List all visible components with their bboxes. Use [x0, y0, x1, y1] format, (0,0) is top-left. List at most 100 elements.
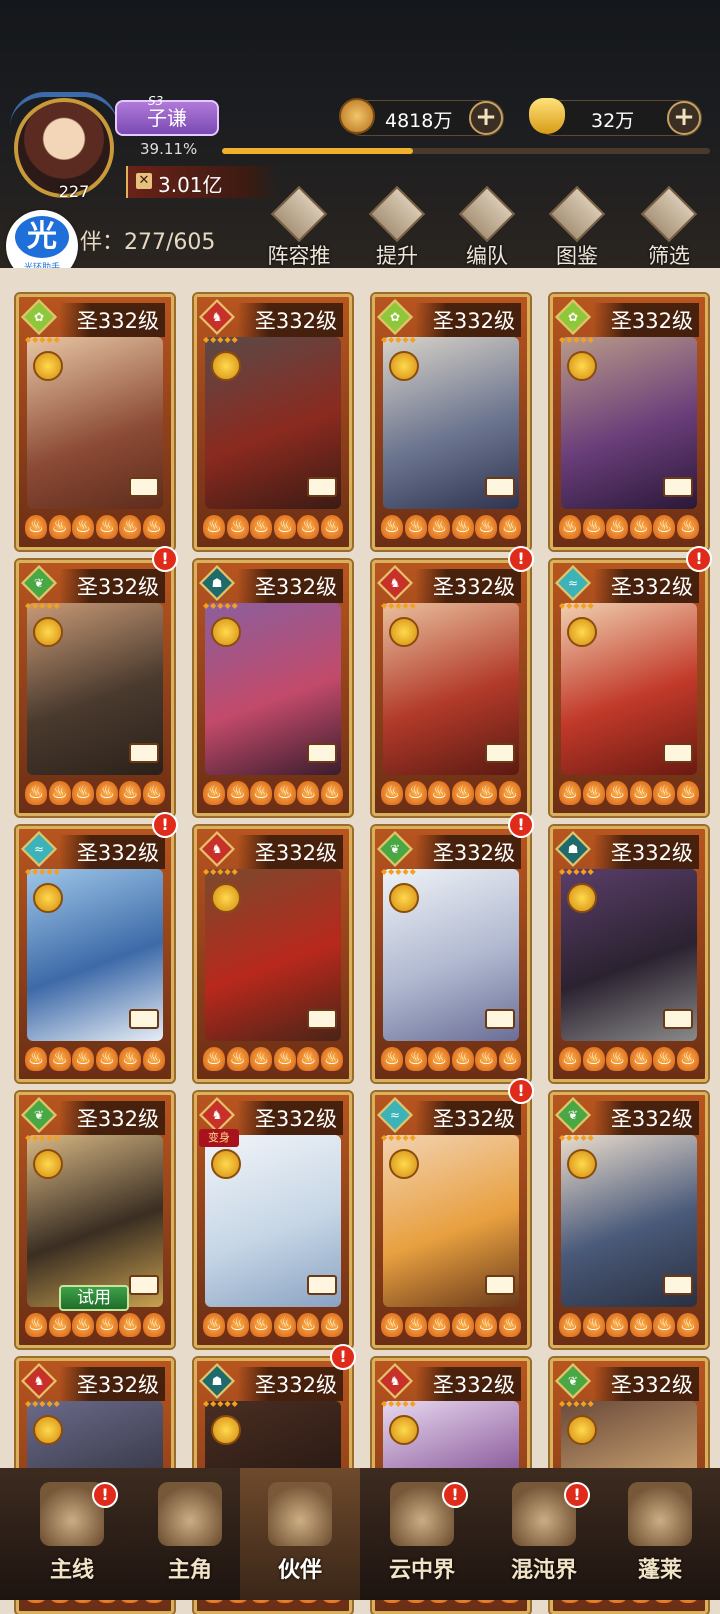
medal-icon — [211, 883, 241, 913]
add-coin-button[interactable]: + — [469, 101, 503, 135]
partner-card[interactable]: ≈ ◆◆◆◆◆ 圣332级 ♨ ♨ ♨ ♨ ♨ ♨ — [372, 1092, 530, 1348]
flame-icon: ♨ — [273, 1313, 296, 1337]
flame-icon: ♨ — [25, 1313, 47, 1337]
flame-icon: ♨ — [297, 781, 320, 805]
nav-item[interactable]: 伙伴 — [240, 1468, 360, 1600]
flame-icon: ♨ — [559, 781, 581, 805]
lineup-icon — [270, 185, 328, 243]
fire-element-icon: ♞ — [376, 564, 414, 602]
flame-icon: ♨ — [381, 1047, 403, 1071]
partner-level: 圣332级 — [58, 1367, 165, 1401]
add-gold-button[interactable]: + — [667, 101, 701, 135]
partner-card[interactable]: ✿ ◆◆◆◆◆ 圣332级 ♨ ♨ ♨ ♨ ♨ ♨ — [550, 294, 708, 550]
flame-icon: ♨ — [119, 515, 142, 539]
exp-bar — [222, 148, 710, 154]
flame-icon: ♨ — [676, 515, 699, 539]
star-rank-icon: ◆◆◆◆◆ — [381, 1399, 417, 1408]
ghost-element-icon: ☗ — [198, 1362, 236, 1400]
medal-icon — [567, 1415, 597, 1445]
flame-icon: ♨ — [273, 781, 296, 805]
partner-card[interactable]: ☗◆◆◆◆◆圣332级♨♨♨♨♨♨ — [194, 560, 352, 816]
medal-icon — [211, 617, 241, 647]
flame-icon: ♨ — [250, 515, 273, 539]
equipment-icon — [485, 1275, 515, 1295]
awaken-flames: ♨♨♨♨♨♨ — [25, 1313, 165, 1339]
partner-card[interactable]: ♞◆◆◆◆◆圣332级♨♨♨♨♨♨变身 — [194, 1092, 352, 1348]
partner-card[interactable]: ♞◆◆◆◆◆圣332级♨♨♨♨♨♨ — [372, 560, 530, 816]
flame-icon: ♨ — [606, 1047, 629, 1071]
partner-card[interactable]: ❦◆◆◆◆◆圣332级♨♨♨♨♨♨ — [16, 560, 174, 816]
partner-card[interactable]: ✿ ◆◆◆◆◆ 圣332级 ♨ ♨ ♨ ♨ ♨ ♨ — [372, 294, 530, 550]
coin-icon — [339, 98, 375, 134]
flame-icon: ♨ — [498, 1313, 521, 1337]
partner-card[interactable]: ❦◆◆◆◆◆圣332级♨♨♨♨♨♨ — [372, 826, 530, 1082]
medal-icon — [567, 617, 597, 647]
partner-level: 圣332级 — [236, 303, 343, 337]
flame-icon: ♨ — [404, 1047, 427, 1071]
alert-badge-icon: ! — [330, 1344, 356, 1370]
flame-icon: ♨ — [428, 1047, 451, 1071]
star-rank-icon: ◆◆◆◆◆ — [25, 1399, 61, 1408]
star-rank-icon: ◆◆◆◆◆ — [559, 1399, 595, 1408]
partner-level: 圣332级 — [592, 569, 699, 603]
nav-item[interactable]: 主角 — [130, 1468, 250, 1600]
star-rank-icon: ◆◆◆◆◆ — [203, 335, 239, 344]
flame-icon: ♨ — [451, 1313, 474, 1337]
partner-count: 伴：277/605 — [80, 230, 216, 255]
upgrade-button[interactable]: 提升 — [356, 185, 438, 268]
player-avatar[interactable]: 227 — [8, 92, 120, 204]
partner-card[interactable]: ✿ ◆◆◆◆◆ 圣332级 ♨ ♨ ♨ ♨ ♨ ♨ — [16, 294, 174, 550]
exp-bar-fill — [222, 148, 413, 154]
flame-icon: ♨ — [226, 515, 249, 539]
partner-card[interactable]: ≈ ◆◆◆◆◆ 圣332级 ♨ ♨ ♨ ♨ ♨ ♨ — [550, 560, 708, 816]
equipment-icon — [663, 477, 693, 497]
nav-item[interactable]: 主线! — [12, 1468, 132, 1600]
star-rank-icon: ◆◆◆◆◆ — [381, 335, 417, 344]
flame-icon: ♨ — [653, 1047, 676, 1071]
codex-button[interactable]: 图鉴 — [536, 185, 618, 268]
partner-level: 圣332级 — [236, 1367, 343, 1401]
flame-icon: ♨ — [95, 1047, 118, 1071]
flame-icon: ♨ — [676, 1047, 699, 1071]
medal-icon — [33, 1149, 63, 1179]
medal-icon — [389, 1149, 419, 1179]
nav-label: 蓬莱 — [637, 1558, 682, 1583]
flame-icon: ♨ — [119, 1313, 142, 1337]
player-level: 227 — [58, 182, 90, 201]
nav-item[interactable]: 混沌界! — [484, 1468, 604, 1600]
gold-ingot-icon — [529, 98, 565, 134]
flame-icon: ♨ — [297, 1313, 320, 1337]
flame-icon: ♨ — [451, 515, 474, 539]
medal-icon — [389, 1415, 419, 1445]
flame-icon: ♨ — [95, 781, 118, 805]
partner-card[interactable]: ♞◆◆◆◆◆圣332级♨♨♨♨♨♨ — [194, 294, 352, 550]
star-rank-icon: ◆◆◆◆◆ — [381, 867, 417, 876]
partner-card[interactable]: ≈ ◆◆◆◆◆ 圣332级 ♨ ♨ ♨ ♨ ♨ ♨ — [16, 826, 174, 1082]
partner-card[interactable]: ♞◆◆◆◆◆圣332级♨♨♨♨♨♨ — [194, 826, 352, 1082]
star-rank-icon: ◆◆◆◆◆ — [25, 601, 61, 610]
lineup-recommend-button[interactable]: 阵容推荐 — [258, 185, 340, 298]
nav-label: 混沌界 — [510, 1558, 577, 1583]
formation-button[interactable]: 编队 — [446, 185, 528, 268]
nav-item[interactable]: 蓬莱 — [600, 1468, 720, 1600]
flame-icon: ♨ — [381, 781, 403, 805]
flame-icon: ♨ — [582, 1047, 605, 1071]
star-rank-icon: ◆◆◆◆◆ — [203, 601, 239, 610]
partner-card[interactable]: ❦ ◆◆◆◆◆ 圣332级 ♨ ♨ ♨ ♨ ♨ ♨ 试用 — [16, 1092, 174, 1348]
awaken-flames: ♨♨♨♨♨♨ — [25, 1047, 165, 1073]
partner-level: 圣332级 — [58, 835, 165, 869]
filter-button[interactable]: 筛选 — [628, 185, 710, 268]
awaken-flames: ♨♨♨♨♨♨ — [203, 781, 343, 807]
equipment-icon — [129, 743, 159, 763]
flame-icon: ♨ — [250, 781, 273, 805]
nav-item[interactable]: 云中界! — [362, 1468, 482, 1600]
ghost-element-icon: ☗ — [554, 830, 592, 868]
player-name-plate[interactable]: 子谦 — [115, 100, 219, 136]
partner-card[interactable]: ☗◆◆◆◆◆圣332级♨♨♨♨♨♨ — [550, 826, 708, 1082]
alert-badge-icon: ! — [152, 546, 178, 572]
wood-element-icon: ✿ — [376, 298, 414, 336]
flame-icon: ♨ — [582, 781, 605, 805]
flame-icon: ♨ — [226, 781, 249, 805]
partner-card[interactable]: ❦◆◆◆◆◆圣332级♨♨♨♨♨♨ — [550, 1092, 708, 1348]
alert-badge-icon: ! — [442, 1482, 468, 1508]
